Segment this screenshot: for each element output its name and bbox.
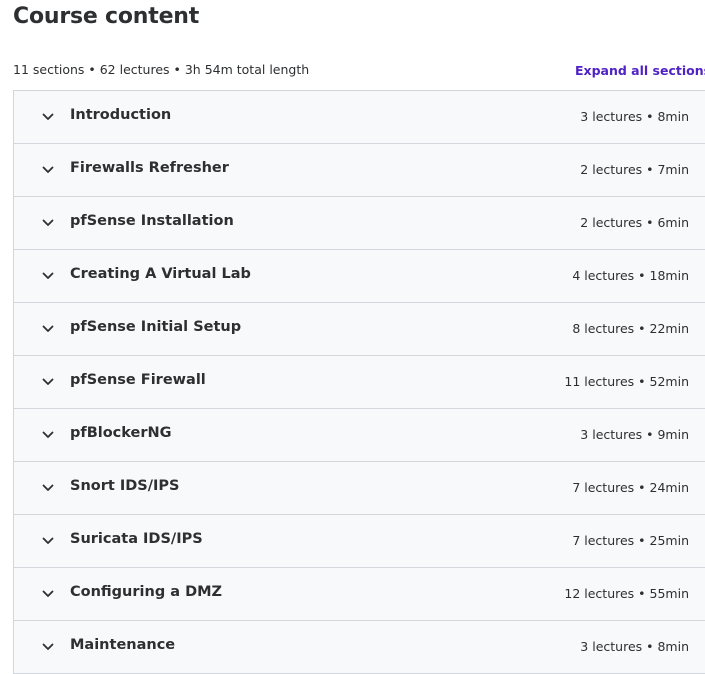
section-row[interactable]: pfSense Firewall 11 lectures • 52min <box>14 356 705 409</box>
section-meta: 7 lectures • 25min <box>572 533 689 548</box>
section-meta: 2 lectures • 7min <box>580 162 689 177</box>
chevron-down-icon <box>41 534 55 548</box>
section-title: Firewalls Refresher <box>70 160 229 176</box>
chevron-down-icon <box>41 587 55 601</box>
chevron-down-icon <box>41 269 55 283</box>
chevron-down-icon <box>41 481 55 495</box>
course-summary-row: 11 sections • 62 lectures • 3h 54m total… <box>13 60 705 80</box>
section-row[interactable]: Configuring a DMZ 12 lectures • 55min <box>14 568 705 621</box>
section-meta: 8 lectures • 22min <box>572 321 689 336</box>
chevron-down-icon <box>41 110 55 124</box>
section-row[interactable]: Creating A Virtual Lab 4 lectures • 18mi… <box>14 250 705 303</box>
section-title: pfSense Firewall <box>70 372 206 388</box>
section-row[interactable]: Suricata IDS/IPS 7 lectures • 25min <box>14 515 705 568</box>
section-title: Suricata IDS/IPS <box>70 531 203 547</box>
chevron-down-icon <box>41 163 55 177</box>
page-title: Course content <box>13 4 200 29</box>
section-row[interactable]: pfBlockerNG 3 lectures • 9min <box>14 409 705 462</box>
expand-all-sections-button[interactable]: Expand all sections <box>575 63 705 78</box>
section-meta: 3 lectures • 8min <box>580 639 689 654</box>
chevron-down-icon <box>41 428 55 442</box>
section-row[interactable]: Introduction 3 lectures • 8min <box>14 91 705 144</box>
chevron-down-icon <box>41 216 55 230</box>
section-row[interactable]: Firewalls Refresher 2 lectures • 7min <box>14 144 705 197</box>
chevron-down-icon <box>41 322 55 336</box>
section-title: pfSense Initial Setup <box>70 319 242 335</box>
section-title: Introduction <box>70 107 172 123</box>
section-meta: 4 lectures • 18min <box>572 268 689 283</box>
section-meta: 7 lectures • 24min <box>572 480 689 495</box>
section-title: pfBlockerNG <box>70 425 172 441</box>
chevron-down-icon <box>41 640 55 654</box>
section-row[interactable]: Snort IDS/IPS 7 lectures • 24min <box>14 462 705 515</box>
section-meta: 11 lectures • 52min <box>564 374 689 389</box>
section-row[interactable]: pfSense Installation 2 lectures • 6min <box>14 197 705 250</box>
section-row[interactable]: Maintenance 3 lectures • 8min <box>14 621 705 674</box>
course-summary: 11 sections • 62 lectures • 3h 54m total… <box>13 62 310 77</box>
section-meta: 3 lectures • 8min <box>580 109 689 124</box>
section-title: Configuring a DMZ <box>70 584 223 600</box>
section-title: Maintenance <box>70 637 176 653</box>
section-meta: 3 lectures • 9min <box>580 427 689 442</box>
section-meta: 2 lectures • 6min <box>580 215 689 230</box>
section-title: pfSense Installation <box>70 213 234 229</box>
section-title: Snort IDS/IPS <box>70 478 180 494</box>
chevron-down-icon <box>41 375 55 389</box>
sections-list: Introduction 3 lectures • 8min Firewalls… <box>13 90 705 674</box>
section-meta: 12 lectures • 55min <box>564 586 689 601</box>
section-title: Creating A Virtual Lab <box>70 266 251 282</box>
section-row[interactable]: pfSense Initial Setup 8 lectures • 22min <box>14 303 705 356</box>
